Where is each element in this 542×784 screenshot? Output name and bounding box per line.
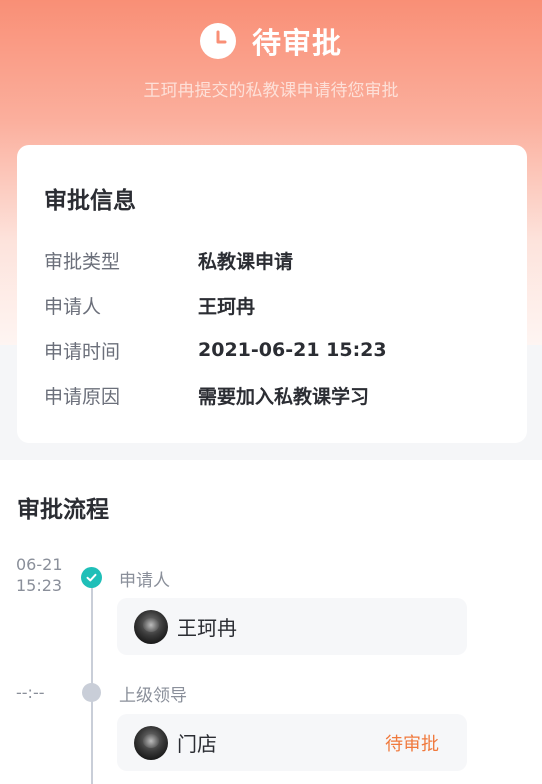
info-value: 需要加入私教课学习 (198, 385, 370, 408)
step-time: --:-- (16, 682, 44, 703)
info-value: 私教课申请 (198, 250, 294, 273)
info-label: 申请人 (44, 295, 102, 318)
step-label: 上级领导 (119, 686, 187, 706)
approval-process-section: 审批流程 06-21 15:23 申请人 王珂冉 --:-- 上级领导 门店 待… (0, 460, 542, 784)
step-approver-card[interactable]: 门店 待审批 (117, 714, 467, 771)
step-status: 待审批 (385, 733, 439, 755)
info-row-applicant: 申请人 王珂冉 (44, 290, 255, 320)
approval-info-card: 审批信息 审批类型 私教课申请 申请人 王珂冉 申请时间 2021-06-21 … (17, 145, 527, 443)
step-date: 06-21 (16, 555, 63, 574)
step-done-dot (81, 567, 102, 588)
info-label: 审批类型 (44, 250, 121, 273)
info-label: 申请原因 (44, 385, 121, 408)
info-value: 王珂冉 (198, 295, 256, 318)
card-title: 审批信息 (44, 188, 136, 214)
approver-name: 门店 (177, 732, 217, 756)
approval-detail-page: 待审批 王珂冉提交的私教课申请待您审批 审批信息 审批类型 私教课申请 申请人 … (0, 0, 542, 784)
check-icon (86, 573, 97, 582)
step-pending-dot (82, 683, 101, 702)
avatar (134, 609, 168, 644)
process-title: 审批流程 (17, 497, 109, 523)
info-row-time: 申请时间 2021-06-21 15:23 (44, 335, 387, 365)
step-clock: 15:23 (16, 576, 63, 595)
info-row-reason: 申请原因 需要加入私教课学习 (44, 380, 369, 410)
timeline-line (91, 578, 93, 784)
step-approver-card[interactable]: 王珂冉 (117, 598, 467, 655)
status-header: 待审批 (0, 20, 542, 62)
status-subtitle: 王珂冉提交的私教课申请待您审批 (143, 81, 399, 101)
info-label: 申请时间 (44, 340, 121, 363)
avatar (134, 725, 168, 760)
status-title: 待审批 (251, 26, 342, 60)
info-row-type: 审批类型 私教课申请 (44, 245, 293, 275)
step-date: --:-- (16, 683, 45, 702)
step-label: 申请人 (119, 571, 170, 591)
info-value: 2021-06-21 15:23 (198, 339, 387, 361)
step-time: 06-21 15:23 (16, 554, 63, 596)
approver-name: 王珂冉 (177, 616, 237, 640)
clock-icon (199, 23, 236, 59)
